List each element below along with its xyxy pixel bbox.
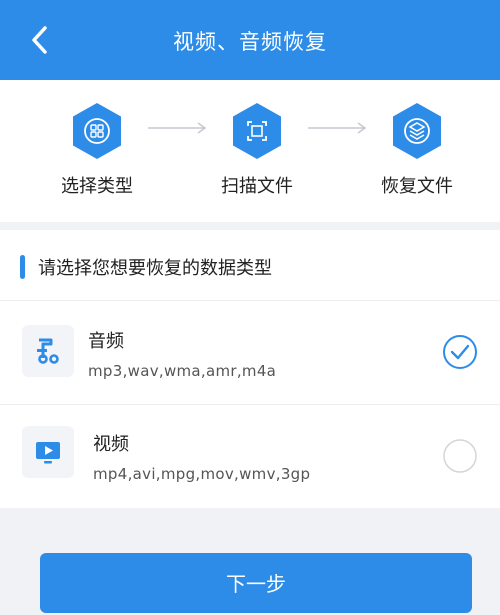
step-select-type: 选择类型 <box>32 102 162 198</box>
step-scan-files: 扫描文件 <box>192 102 322 198</box>
section-accent-bar <box>20 255 25 279</box>
step-label: 选择类型 <box>61 176 133 197</box>
app-header: 视频、音频恢复 <box>0 0 500 80</box>
checkbox-checked-icon[interactable] <box>442 334 478 370</box>
video-icon <box>36 442 60 464</box>
file-type-name: 音频 <box>88 331 124 352</box>
page-title: 视频、音频恢复 <box>173 30 327 54</box>
step-indicator: 选择类型 扫描文件 恢复文件 <box>0 80 500 222</box>
video-icon-box <box>22 426 74 478</box>
section-title: 请选择您想要恢复的数据类型 <box>38 258 272 279</box>
file-type-formats: mp3,wav,wma,amr,m4a <box>88 362 277 380</box>
step-recover-files: 恢复文件 <box>352 102 482 198</box>
section-header: 请选择您想要恢复的数据类型 <box>0 230 500 301</box>
next-step-button[interactable]: 下一步 <box>40 553 472 613</box>
category-icon <box>73 103 121 159</box>
file-type-video[interactable]: 视频 mp4,avi,mpg,mov,wmv,3gp <box>0 405 500 508</box>
scan-icon <box>233 103 281 159</box>
file-type-audio[interactable]: 音频 mp3,wav,wma,amr,m4a <box>0 301 500 405</box>
step-label: 扫描文件 <box>221 176 293 197</box>
divider <box>0 222 500 230</box>
audio-icon-box <box>22 325 74 377</box>
audio-icon <box>37 338 59 364</box>
checkbox-unchecked-icon[interactable] <box>442 438 478 474</box>
step-label: 恢复文件 <box>381 176 453 197</box>
layers-icon <box>393 103 441 159</box>
file-type-formats: mp4,avi,mpg,mov,wmv,3gp <box>93 465 311 483</box>
file-type-name: 视频 <box>93 434 129 455</box>
